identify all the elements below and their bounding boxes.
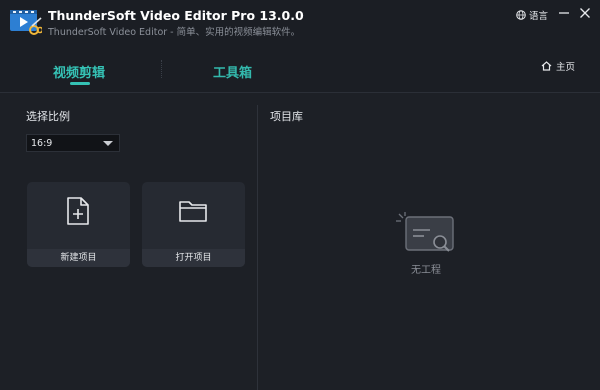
active-tab-indicator — [70, 82, 90, 85]
app-subtitle: ThunderSoft Video Editor - 简单、实用的视频编辑软件。 — [48, 27, 301, 38]
app-title: ThunderSoft Video Editor Pro 13.0.0 — [48, 8, 304, 23]
chevron-down-icon — [103, 141, 113, 146]
open-project-label: 打开项目 — [142, 249, 245, 267]
main-tabs: 视频剪辑 工具箱 主页 — [0, 42, 600, 93]
globe-icon — [516, 10, 526, 20]
open-project-button[interactable]: 打开项目 — [142, 182, 245, 267]
folder-icon — [179, 201, 207, 222]
close-icon[interactable] — [578, 6, 592, 20]
home-button[interactable]: 主页 — [541, 59, 575, 73]
ratio-label: 选择比例 — [26, 110, 70, 123]
title-bar: ThunderSoft Video Editor Pro 13.0.0 Thun… — [0, 0, 600, 42]
ratio-select[interactable]: 16:9 — [26, 134, 120, 152]
tab-toolbox[interactable]: 工具箱 — [213, 62, 252, 81]
tab-video-editing[interactable]: 视频剪辑 — [53, 62, 105, 81]
app-logo-icon — [10, 10, 42, 35]
new-file-icon — [67, 197, 89, 225]
empty-library-text: 无工程 — [411, 265, 441, 276]
language-button[interactable]: 语言 — [516, 7, 548, 23]
ratio-value: 16:9 — [31, 138, 53, 149]
language-label: 语言 — [529, 11, 549, 22]
home-label: 主页 — [556, 62, 576, 73]
empty-project-icon — [396, 212, 454, 252]
home-icon — [541, 61, 552, 71]
new-project-button[interactable]: 新建项目 — [27, 182, 130, 267]
minimize-icon[interactable] — [557, 6, 571, 20]
new-project-label: 新建项目 — [27, 249, 130, 267]
panel-divider — [257, 105, 258, 390]
tab-divider — [161, 60, 163, 78]
project-library-label: 项目库 — [270, 110, 303, 123]
